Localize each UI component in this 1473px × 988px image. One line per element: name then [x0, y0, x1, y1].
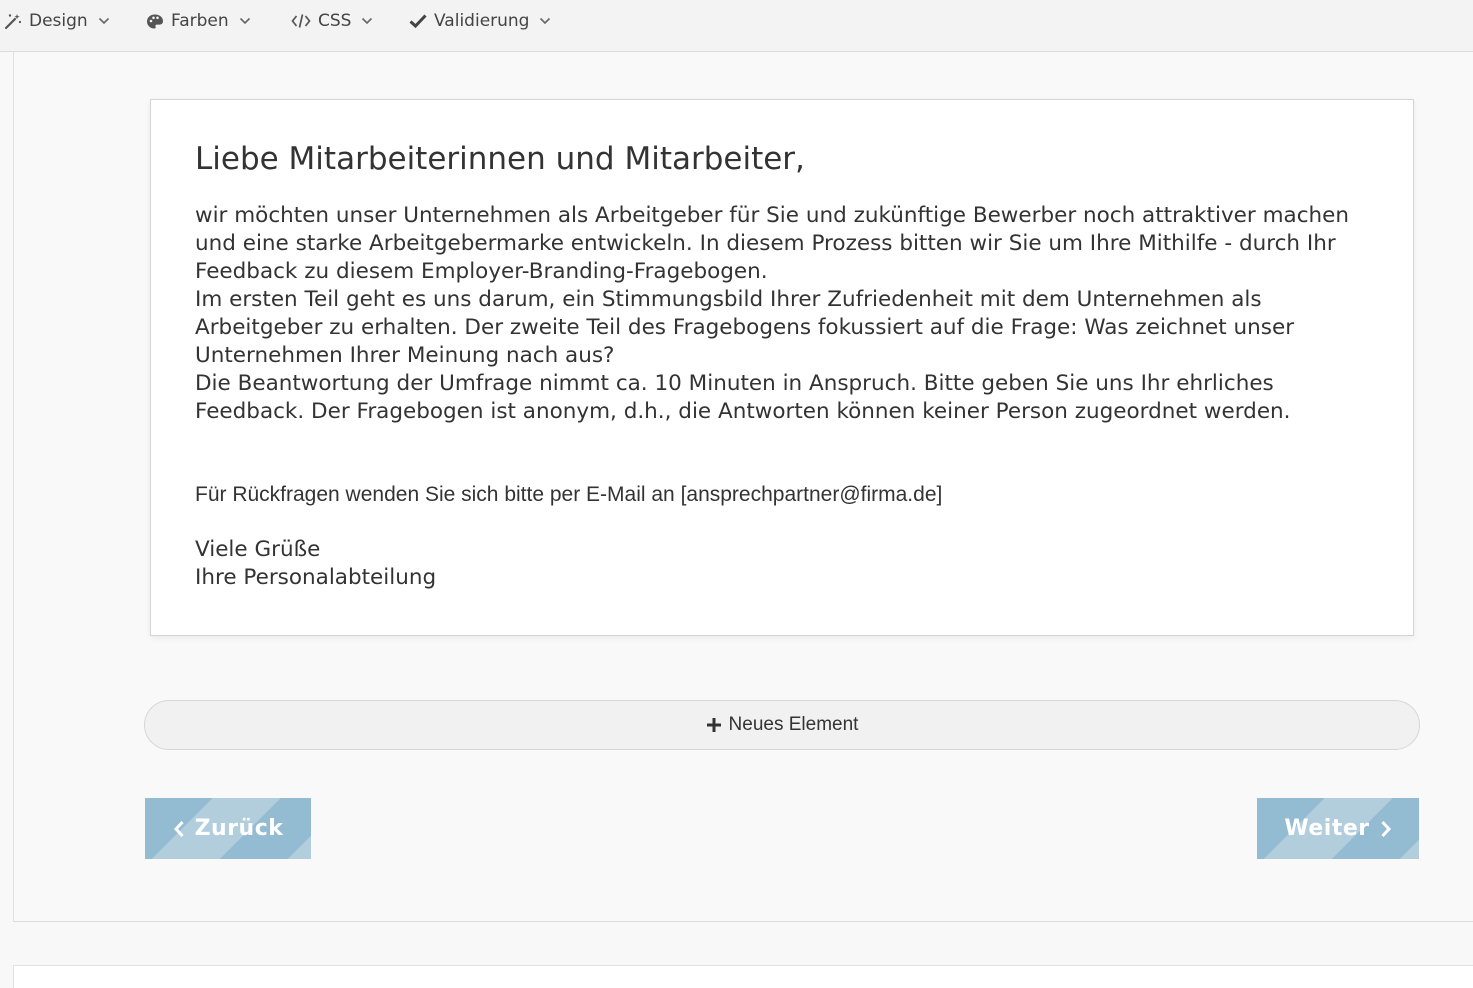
chevron-down-icon — [98, 17, 110, 25]
closing-block: Viele Grüße Ihre Personalabteilung — [195, 536, 795, 592]
design-menu[interactable]: Design — [4, 0, 110, 42]
add-new-element-label: Neues Element — [728, 714, 859, 735]
farben-menu-label: Farben — [171, 11, 229, 31]
chevron-down-icon — [239, 17, 251, 25]
checkmark-icon — [409, 13, 427, 29]
closing-signature: Ihre Personalabteilung — [195, 565, 437, 590]
back-button[interactable]: Zurück — [145, 798, 311, 859]
greeting-heading: Liebe Mitarbeiterinnen und Mitarbeiter, — [195, 141, 805, 177]
intro-text-body: wir möchten unser Unternehmen als Arbeit… — [195, 202, 1370, 426]
palette-icon — [146, 13, 164, 30]
next-button-label: Weiter — [1284, 816, 1370, 841]
design-menu-label: Design — [29, 11, 88, 31]
closing-greeting: Viele Grüße — [195, 537, 321, 562]
magic-wand-icon — [4, 12, 22, 30]
code-icon — [291, 13, 311, 29]
intro-paragraph: Die Beantwortung der Umfrage nimmt ca. 1… — [195, 371, 1291, 424]
validierung-menu[interactable]: Validierung — [409, 0, 551, 42]
chevron-down-icon — [539, 17, 551, 25]
intro-paragraph: wir möchten unser Unternehmen als Arbeit… — [195, 203, 1350, 284]
intro-paragraph: Im ersten Teil geht es uns darum, ein St… — [195, 287, 1295, 368]
next-button[interactable]: Weiter — [1257, 798, 1419, 859]
next-page-panel — [13, 965, 1473, 988]
css-menu-label: CSS — [318, 11, 352, 31]
chevron-left-icon — [173, 820, 185, 838]
editor-toolbar: Design Farben CSS Validierung — [0, 0, 1473, 52]
farben-menu[interactable]: Farben — [146, 0, 251, 42]
chevron-right-icon — [1380, 820, 1392, 838]
chevron-down-icon — [361, 17, 373, 25]
css-menu[interactable]: CSS — [291, 0, 373, 42]
intro-text-element[interactable]: Liebe Mitarbeiterinnen und Mitarbeiter, … — [150, 99, 1414, 636]
validierung-menu-label: Validierung — [434, 11, 530, 31]
add-new-element-button[interactable]: Neues Element — [144, 700, 1420, 750]
contact-line: Für Rückfragen wenden Sie sich bitte per… — [195, 483, 943, 506]
back-button-label: Zurück — [194, 816, 284, 841]
plus-icon — [706, 717, 722, 733]
